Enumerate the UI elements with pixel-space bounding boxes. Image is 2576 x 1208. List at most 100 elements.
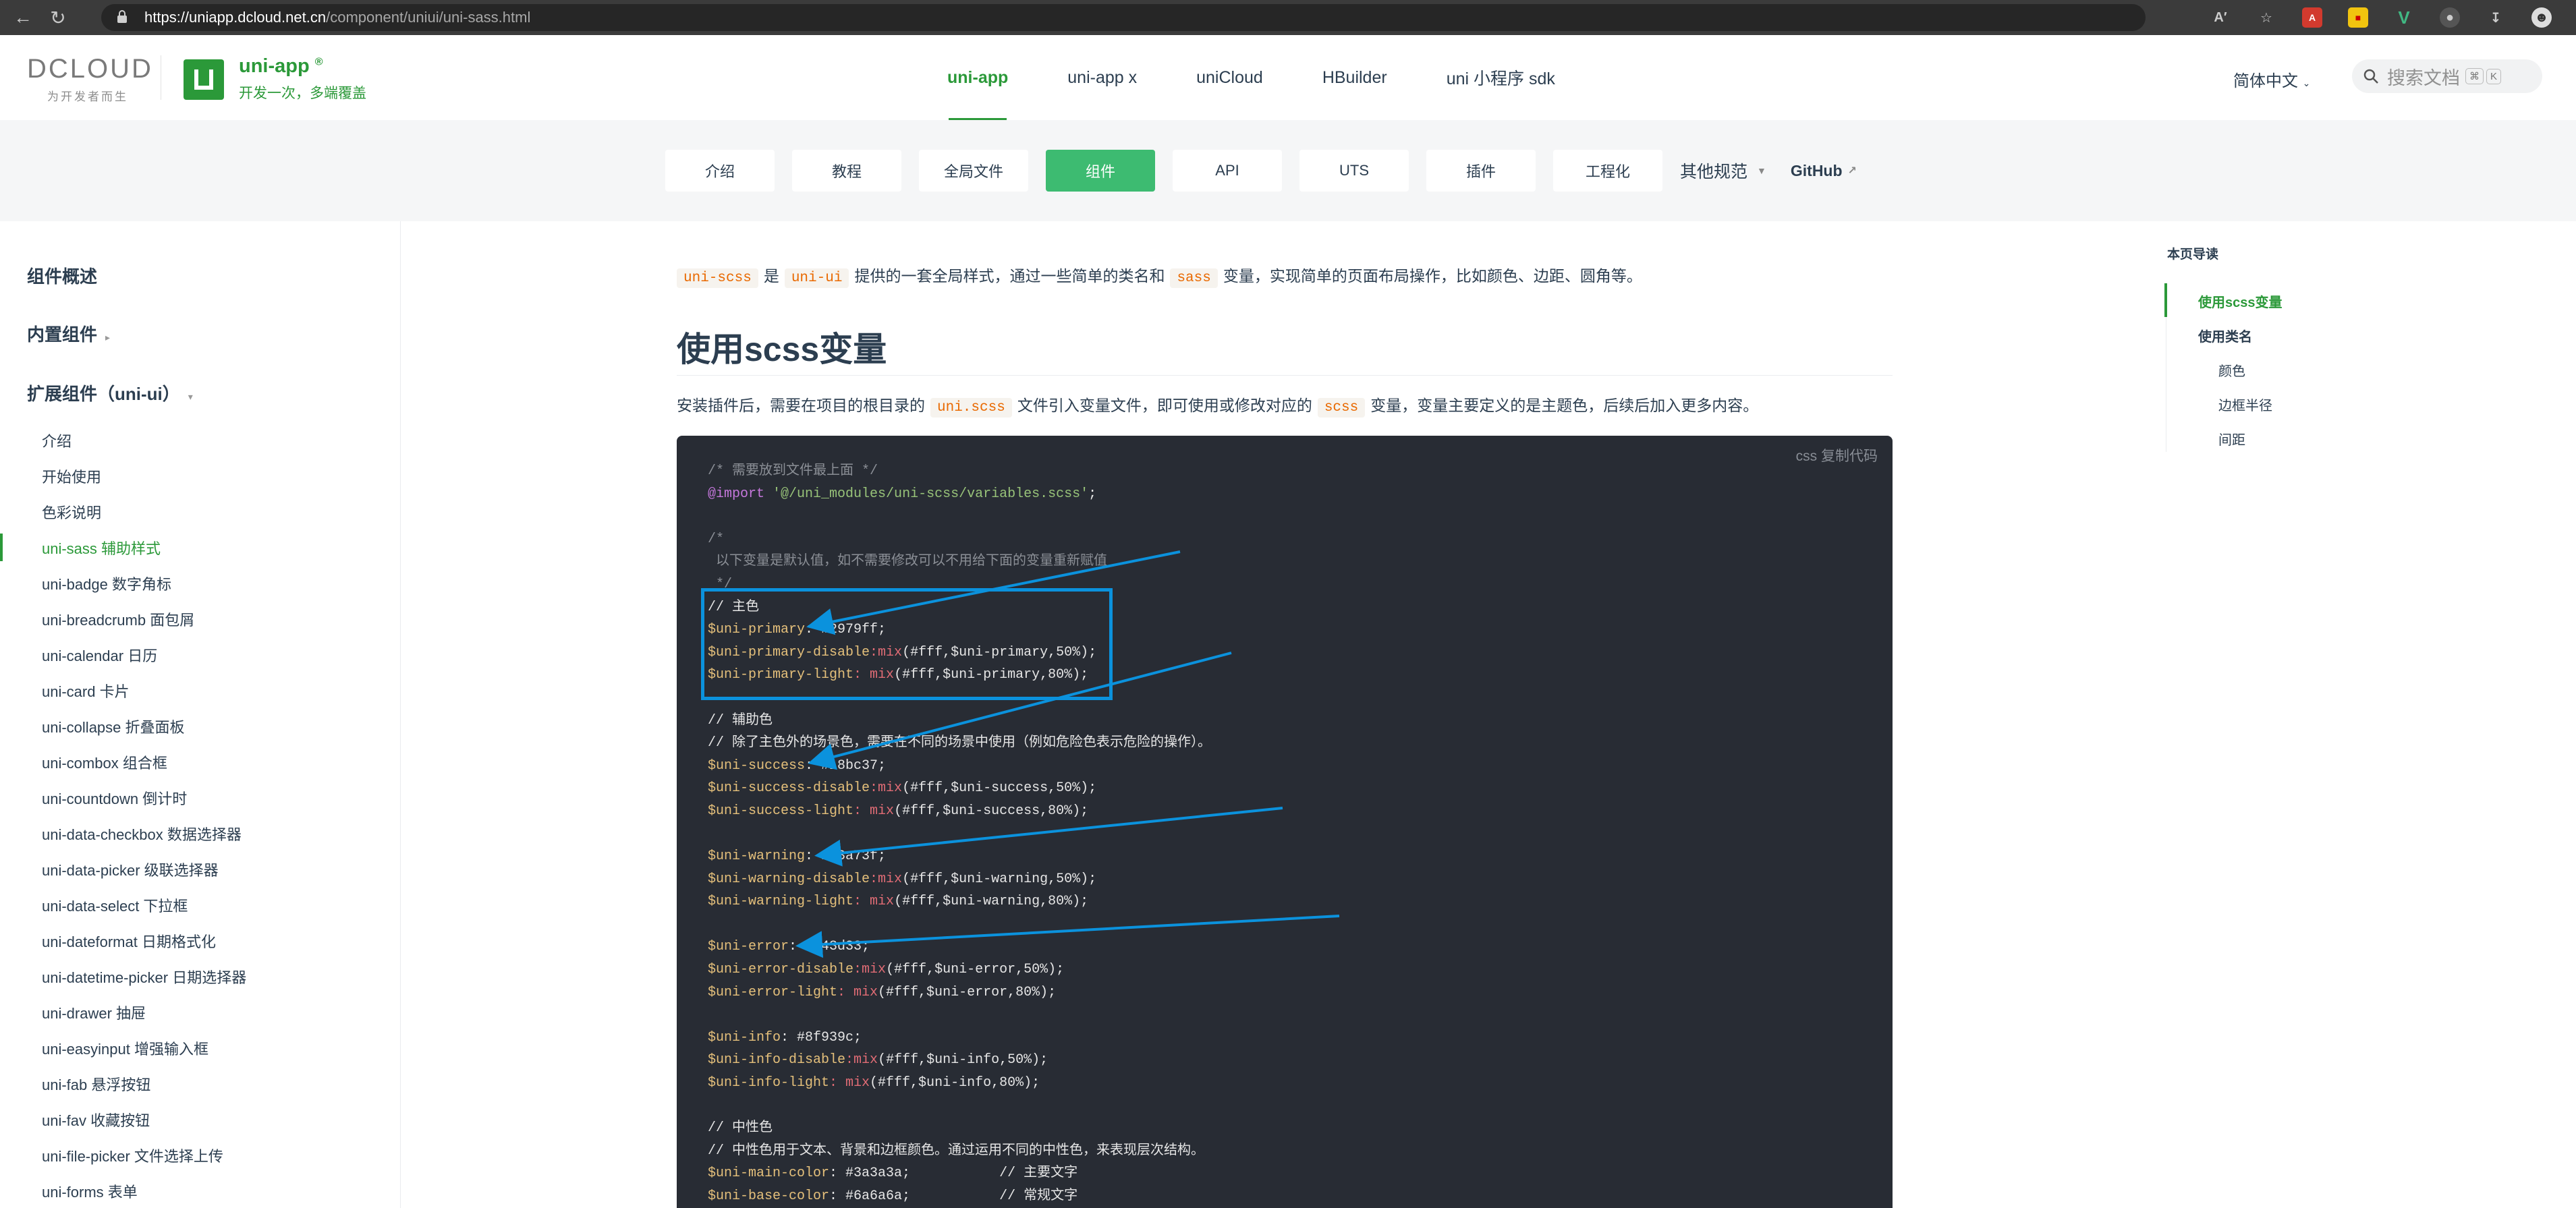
code-token: @import <box>708 486 765 502</box>
code-token: $uni-primary-light <box>708 667 854 683</box>
logo-tagline: 为开发者而生 <box>47 90 128 103</box>
sidebar-item-intro[interactable]: 介绍 <box>0 422 400 458</box>
copy-code-button[interactable]: css 复制代码 <box>1796 445 1878 465</box>
sidebar-item-uni-countdown[interactable]: uni-countdown 倒计时 <box>0 780 400 815</box>
read-aloud-icon[interactable]: A′ <box>2210 7 2231 28</box>
profile-avatar-icon[interactable]: ☻ <box>2531 7 2552 28</box>
toc-item-colors[interactable]: 颜色 <box>2218 360 2245 380</box>
sidebar-item-uni-fab[interactable]: uni-fab 悬浮按钮 <box>0 1066 400 1101</box>
sidebar-item-uni-card[interactable]: uni-card 卡片 <box>0 672 400 708</box>
sidebar-item-uni-forms[interactable]: uni-forms 表单 <box>0 1173 400 1208</box>
code-token: $uni-warning-light <box>708 894 854 910</box>
intro-text: 提供的一套全局样式，通过一些简单的类名和 <box>854 267 1165 285</box>
code-token: $uni-primary-disable <box>708 644 870 660</box>
code-token: :mix <box>853 962 887 978</box>
language-label: 简体中文 <box>2233 72 2298 90</box>
brand-registered-mark: ® <box>314 56 323 68</box>
address-bar[interactable]: https://uniapp.dcloud.net.cn/component/u… <box>101 4 2146 31</box>
toc-title: 本页导读 <box>2167 248 2219 262</box>
search-input[interactable]: 搜索文档 ⌘ K <box>2352 59 2542 93</box>
code-token: (#fff,$uni-success,80%); <box>894 803 1089 819</box>
refresh-icon[interactable]: ↻ <box>46 5 70 30</box>
sidebar-group-builtin[interactable]: 内置组件 ▸ <box>27 321 110 346</box>
code-line: // 中性色 <box>708 1120 773 1137</box>
top-nav-uni-app-x[interactable]: uni-app x <box>1038 35 1167 120</box>
code-token: $uni-info-light <box>708 1075 830 1091</box>
code-token: :mix <box>870 780 903 797</box>
tab-tutorial[interactable]: 教程 <box>792 150 901 192</box>
extension-avatar-icon[interactable]: ● <box>2440 7 2460 28</box>
download-icon[interactable]: ↧ <box>2486 7 2506 28</box>
tab-components[interactable]: 组件 <box>1046 150 1155 192</box>
sidebar-item-uni-data-select[interactable]: uni-data-select 下拉框 <box>0 887 400 923</box>
sidebar-item-uni-data-picker[interactable]: uni-data-picker 级联选择器 <box>0 851 400 887</box>
sidebar-item-uni-badge[interactable]: uni-badge 数字角标 <box>0 565 400 601</box>
code-token: (#fff,$uni-info,50%); <box>878 1052 1048 1068</box>
tab-plugins[interactable]: 插件 <box>1426 150 1536 192</box>
inline-code: scss <box>1317 398 1366 418</box>
chevron-down-icon: ⌄ <box>2302 78 2311 88</box>
tab-uts[interactable]: UTS <box>1299 150 1409 192</box>
top-nav-hbuilder[interactable]: HBuilder <box>1293 35 1417 120</box>
browser-toolbar: ← ↻ https://uniapp.dcloud.net.cn/compone… <box>0 0 2576 35</box>
sidebar-item-uni-combox[interactable]: uni-combox 组合框 <box>0 744 400 780</box>
language-select[interactable]: 简体中文 ⌄ <box>2233 67 2310 91</box>
tab-engineering[interactable]: 工程化 <box>1553 150 1662 192</box>
code-block[interactable]: css 复制代码 /* 需要放到文件最上面 */ @import '@/uni_… <box>677 436 1893 1208</box>
pdf-extension-icon[interactable]: A <box>2302 7 2322 28</box>
sidebar-item-uni-datetime-picker[interactable]: uni-datetime-picker 日期选择器 <box>0 958 400 994</box>
caret-right-icon: ▸ <box>105 332 111 343</box>
sidebar-group-overview[interactable]: 组件概述 <box>27 263 97 288</box>
code-token: $uni-error <box>708 939 789 955</box>
sidebar-item-uni-fav[interactable]: uni-fav 收藏按钮 <box>0 1101 400 1137</box>
code-token: (#fff,$uni-warning,80%); <box>894 894 1089 910</box>
sidebar-item-colors[interactable]: 色彩说明 <box>0 494 400 529</box>
top-nav-uni-app[interactable]: uni-app <box>918 35 1038 120</box>
sidebar-item-uni-drawer[interactable]: uni-drawer 抽屉 <box>0 994 400 1030</box>
top-nav-miniprogram-sdk[interactable]: uni 小程序 sdk <box>1417 35 1585 120</box>
sidebar-item-uni-easyinput[interactable]: uni-easyinput 增强输入框 <box>0 1030 400 1066</box>
code-token: $uni-info <box>708 1029 781 1045</box>
uni-app-logo-icon[interactable] <box>184 59 224 100</box>
code-token: '@/uni_modules/uni-scss/variables.scss' <box>773 486 1089 502</box>
vue-devtools-icon[interactable]: V <box>2394 7 2414 28</box>
sidebar-group-extended[interactable]: 扩展组件（uni-ui） ▾ <box>27 380 193 405</box>
code-token: :mix <box>870 871 903 887</box>
code-token: :mix <box>845 1052 878 1068</box>
tab-global-files[interactable]: 全局文件 <box>919 150 1028 192</box>
toc-item-scss-vars[interactable]: 使用scss变量 <box>2198 291 2283 311</box>
back-icon[interactable]: ← <box>11 5 35 30</box>
secondary-nav: 介绍 教程 全局文件 组件 API UTS 插件 工程化 其他规范 ▼ GitHu… <box>665 150 1881 192</box>
tab-api[interactable]: API <box>1173 150 1282 192</box>
url-path: /component/uniui/uni-sass.html <box>326 9 531 26</box>
dcloud-logo[interactable]: DCLOUD 为开发者而生 <box>27 54 153 104</box>
external-link-icon: ↗ <box>1847 165 1857 177</box>
sidebar-item-uni-dateformat[interactable]: uni-dateformat 日期格式化 <box>0 923 400 958</box>
code-token: // 常规文字 <box>999 1188 1078 1204</box>
code-token: ; <box>1088 486 1097 502</box>
extension-yellow-icon[interactable]: ■ <box>2348 7 2368 28</box>
tab-intro[interactable]: 介绍 <box>665 150 775 192</box>
toc-item-class-names[interactable]: 使用类名 <box>2198 326 2252 345</box>
sidebar-item-uni-sass[interactable]: uni-sass 辅助样式 <box>0 529 400 565</box>
page-title: 使用scss变量 <box>677 330 887 368</box>
toc-item-border-radius[interactable]: 边框半径 <box>2218 395 2272 414</box>
toc-item-spacing[interactable]: 间距 <box>2218 429 2245 449</box>
github-label: GitHub <box>1790 161 1843 179</box>
sidebar-item-getting-started[interactable]: 开始使用 <box>0 458 400 494</box>
brand-title[interactable]: uni-app ® <box>239 55 323 78</box>
inline-code: uni.scss <box>930 398 1012 418</box>
tab-other-specs[interactable]: 其他规范 ▼ <box>1680 150 1766 192</box>
github-link[interactable]: GitHub ↗ <box>1791 150 1857 192</box>
code-token: (#fff,$uni-warning,50%); <box>902 871 1097 887</box>
code-token: $uni-base-color <box>708 1188 830 1204</box>
favorite-star-icon[interactable]: ☆ <box>2256 7 2276 28</box>
code-token: :mix <box>870 644 903 660</box>
code-token: : mix <box>853 803 895 819</box>
sidebar-item-uni-collapse[interactable]: uni-collapse 折叠面板 <box>0 708 400 744</box>
sidebar-item-uni-calendar[interactable]: uni-calendar 日历 <box>0 637 400 672</box>
sidebar-item-uni-breadcrumb[interactable]: uni-breadcrumb 面包屑 <box>0 601 400 637</box>
sidebar-item-uni-file-picker[interactable]: uni-file-picker 文件选择上传 <box>0 1137 400 1173</box>
top-nav-unicloud[interactable]: uniCloud <box>1167 35 1293 120</box>
sidebar-item-uni-data-checkbox[interactable]: uni-data-checkbox 数据选择器 <box>0 815 400 851</box>
